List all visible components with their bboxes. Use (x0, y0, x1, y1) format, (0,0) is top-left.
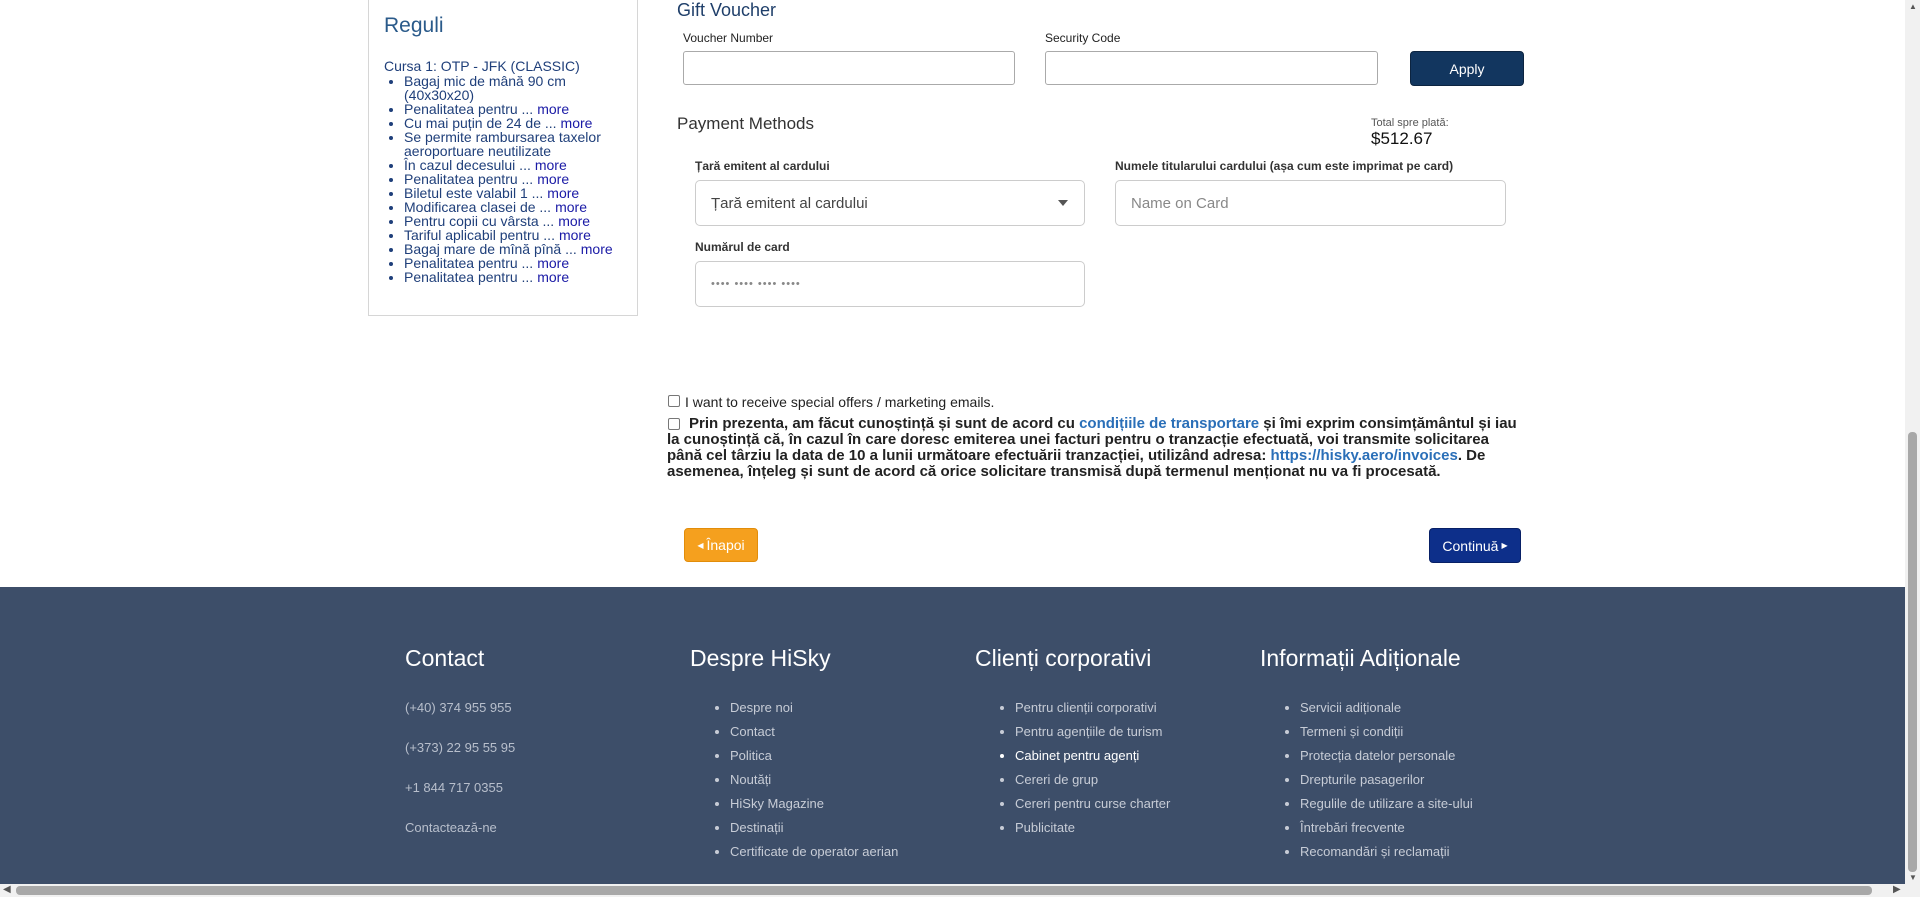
card-number-placeholder: •••• •••• •••• •••• (711, 278, 801, 290)
footer-link[interactable]: HiSky Magazine (730, 792, 898, 816)
rule-item: Se permite rambursarea taxelor aeroportu… (404, 130, 622, 158)
card-holder-label: Numele titularului cardului (așa cum est… (1115, 159, 1454, 173)
scroll-right-icon[interactable]: ▶ (1893, 884, 1901, 895)
scroll-left-icon[interactable]: ◀ (3, 884, 11, 895)
footer-about-column: Despre HiSky Despre noi Contact Politica… (690, 645, 898, 864)
footer-link[interactable]: Servicii adiționale (1300, 696, 1473, 720)
rules-title: Reguli (384, 14, 444, 37)
rules-list: Bagaj mic de mână 90 cm (40x30x20) Penal… (384, 74, 622, 284)
footer-link[interactable]: Destinații (730, 816, 898, 840)
scroll-down-icon[interactable]: ▼ (1909, 873, 1917, 882)
card-holder-placeholder: Name on Card (1131, 194, 1229, 212)
rule-more-link[interactable]: more (581, 241, 613, 257)
rule-item: Penalitatea pentru ...more (404, 102, 622, 116)
payment-methods-title: Payment Methods (677, 114, 815, 133)
chevron-left-icon: ◀ (697, 540, 704, 550)
continue-button[interactable]: Continuă ▶ (1429, 528, 1521, 563)
rule-item: În cazul decesului ...more (404, 158, 622, 172)
footer: Contact (+40) 374 955 955 (+373) 22 95 5… (0, 587, 1905, 884)
contact-us-link[interactable]: Contactează-ne (405, 816, 515, 856)
apply-voucher-button[interactable]: Apply (1410, 51, 1524, 86)
footer-link[interactable]: Drepturile pasagerilor (1300, 768, 1473, 792)
rule-item: Bagaj mic de mână 90 cm (40x30x20) (404, 74, 622, 102)
back-button[interactable]: ◀ Înapoi (684, 528, 758, 562)
card-holder-input[interactable]: Name on Card (1115, 180, 1506, 226)
chevron-down-icon (1058, 200, 1068, 206)
footer-link[interactable]: Cereri de grup (1015, 768, 1170, 792)
total-label: Total spre plată: (1371, 117, 1449, 129)
marketing-checkbox[interactable] (668, 395, 680, 407)
total-amount: $512.67 (1371, 129, 1433, 148)
phone-us[interactable]: +1 844 717 0355 (405, 776, 515, 816)
rule-more-link[interactable]: more (537, 269, 569, 285)
security-code-input[interactable] (1045, 51, 1378, 85)
footer-contact-title: Contact (405, 645, 485, 671)
voucher-number-label: Voucher Number (683, 31, 774, 45)
footer-info-title: Informații Adiționale (1260, 645, 1461, 671)
chevron-right-icon: ▶ (1501, 541, 1508, 550)
horizontal-scrollbar-thumb[interactable] (16, 886, 1872, 895)
marketing-label: I want to receive special offers / marke… (685, 394, 995, 410)
footer-link[interactable]: Termeni și condiții (1300, 720, 1473, 744)
vertical-scrollbar-thumb[interactable] (1908, 432, 1917, 872)
rules-panel: Reguli Cursa 1: OTP - JFK (CLASSIC) Baga… (368, 0, 638, 316)
footer-corporate-column: Clienți corporativi Pentru clienții corp… (975, 645, 1170, 840)
rule-item: Bagaj mare de mînă pînă ...more (404, 242, 622, 256)
footer-link[interactable]: Noutăți (730, 768, 898, 792)
rule-item: Penalitatea pentru ...more (404, 256, 622, 270)
footer-contact-column: Contact (+40) 374 955 955 (+373) 22 95 5… (405, 645, 515, 856)
footer-link[interactable]: Recomandări și reclamații (1300, 840, 1473, 864)
card-country-value: Țară emitent al cardului (711, 194, 868, 212)
footer-info-column: Informații Adiționale Servicii adițional… (1260, 645, 1473, 864)
security-code-label: Security Code (1045, 31, 1121, 45)
footer-link[interactable]: Protecția datelor personale (1300, 744, 1473, 768)
rule-item: Cu mai puțin de 24 de ...more (404, 116, 622, 130)
footer-link[interactable]: Publicitate (1015, 816, 1170, 840)
transport-conditions-link[interactable]: condițiile de transportare (1079, 415, 1259, 432)
rule-item: Pentru copii cu vârsta ...more (404, 214, 622, 228)
gift-voucher-title: Gift Voucher (677, 0, 777, 20)
rule-item: Tariful aplicabil pentru ...more (404, 228, 622, 242)
footer-link[interactable]: Cabinet pentru agenți (1015, 744, 1170, 768)
card-number-label: Numărul de card (695, 240, 790, 254)
footer-link[interactable]: Certificate de operator aerian (730, 840, 898, 864)
footer-link[interactable]: Cereri pentru curse charter (1015, 792, 1170, 816)
footer-link[interactable]: Pentru agențiile de turism (1015, 720, 1170, 744)
footer-corporate-title: Clienți corporativi (975, 645, 1152, 671)
invoices-link[interactable]: https://hisky.aero/invoices (1271, 447, 1458, 464)
card-country-label: Țară emitent al cardului (695, 159, 830, 173)
scroll-up-icon[interactable]: ▲ (1909, 2, 1917, 11)
footer-link[interactable]: Pentru clienții corporativi (1015, 696, 1170, 720)
footer-link[interactable]: Întrebări frecvente (1300, 816, 1473, 840)
phone-ro[interactable]: (+40) 374 955 955 (405, 696, 515, 736)
footer-link[interactable]: Despre noi (730, 696, 898, 720)
rule-item: Biletul este valabil 1 ...more (404, 186, 622, 200)
footer-link[interactable]: Contact (730, 720, 898, 744)
footer-link[interactable]: Politica (730, 744, 898, 768)
rule-item: Penalitatea pentru ...more (404, 172, 622, 186)
card-number-input[interactable]: •••• •••• •••• •••• (695, 261, 1085, 307)
rule-item: Penalitatea pentru ...more (404, 270, 622, 284)
voucher-number-input[interactable] (683, 51, 1015, 85)
footer-link[interactable]: Regulile de utilizare a site-ului (1300, 792, 1473, 816)
footer-about-title: Despre HiSky (690, 645, 831, 671)
phone-md[interactable]: (+373) 22 95 55 95 (405, 736, 515, 776)
rules-course: Cursa 1: OTP - JFK (CLASSIC) (384, 58, 580, 74)
rule-item: Modificarea clasei de ...more (404, 200, 622, 214)
card-country-select[interactable]: Țară emitent al cardului (695, 180, 1085, 226)
terms-text: Prin prezenta, am făcut cunoștință și su… (667, 415, 1517, 480)
